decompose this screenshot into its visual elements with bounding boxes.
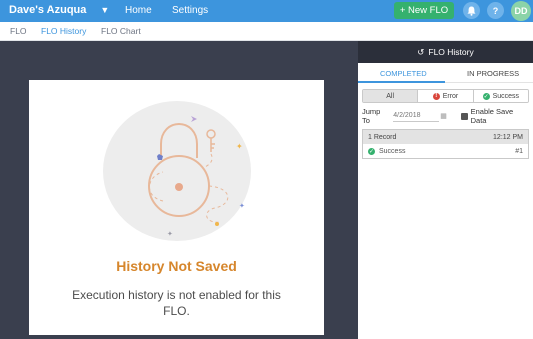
- panel-tabs: COMPLETED IN PROGRESS: [358, 63, 533, 83]
- card-message: Execution history is not enabled for thi…: [72, 288, 281, 318]
- status-filter-group: All ! Error ✓ Success: [362, 89, 529, 103]
- check-icon: ✓: [482, 92, 490, 100]
- filter-all-button[interactable]: All: [363, 90, 419, 102]
- workspace-name: Dave's Azuqua: [9, 4, 87, 16]
- new-flo-button[interactable]: + New FLO: [394, 2, 454, 19]
- jump-to-row: Jump To ▦ Enable Save Data: [362, 107, 529, 125]
- svg-text:✦: ✦: [236, 142, 243, 151]
- tab-flo-history[interactable]: FLO History: [41, 26, 86, 36]
- svg-text:✦: ✦: [239, 202, 245, 210]
- filter-success-button[interactable]: ✓ Success: [473, 90, 528, 102]
- list-item[interactable]: ✓ Success #1: [363, 144, 528, 159]
- notifications-button[interactable]: [463, 2, 480, 19]
- active-tab-indicator: [358, 81, 445, 83]
- flo-history-panel: ↺ FLO History COMPLETED IN PROGRESS All …: [358, 41, 533, 339]
- history-not-saved-card: ✦ ✦ ✦ History Not Saved Execution histor…: [29, 80, 324, 335]
- chevron-down-icon: ▼: [100, 5, 110, 15]
- filter-all-label: All: [386, 92, 395, 100]
- avatar[interactable]: DD: [511, 1, 531, 21]
- error-icon: !: [432, 92, 440, 100]
- nav-home[interactable]: Home: [125, 5, 152, 16]
- save-icon[interactable]: [460, 112, 468, 120]
- padlock-illustration-icon: ✦ ✦ ✦: [148, 116, 245, 238]
- record-time: 12:12 PM: [493, 133, 523, 141]
- filter-success-label: Success: [492, 92, 520, 100]
- nav-settings[interactable]: Settings: [172, 5, 208, 16]
- filter-error-button[interactable]: ! Error: [418, 90, 474, 102]
- history-icon: ↺: [417, 46, 425, 57]
- workspace-switcher[interactable]: Dave's Azuqua ▼: [9, 4, 109, 16]
- record-count: 1 Record: [368, 133, 397, 141]
- tab-in-progress[interactable]: IN PROGRESS: [467, 69, 519, 78]
- bell-icon: [467, 6, 476, 16]
- panel-title: FLO History: [428, 47, 474, 57]
- record-status: Success: [379, 148, 406, 155]
- records-list: 1 Record 12:12 PM ✓ Success #1: [362, 129, 529, 159]
- panel-header: ↺ FLO History: [358, 41, 533, 63]
- help-button[interactable]: ?: [487, 2, 504, 19]
- tab-flo-chart[interactable]: FLO Chart: [101, 26, 141, 36]
- records-header: 1 Record 12:12 PM: [363, 130, 528, 144]
- success-check-icon: ✓: [368, 148, 375, 155]
- card-title: History Not Saved: [116, 258, 237, 274]
- top-navbar: Dave's Azuqua ▼ Home Settings + New FLO …: [0, 0, 533, 22]
- calendar-icon[interactable]: ▦: [440, 112, 447, 120]
- main-canvas: ✦ ✦ ✦ History Not Saved Execution histor…: [0, 41, 358, 339]
- flo-subnav: FLO FLO History FLO Chart: [0, 22, 533, 41]
- tab-flo[interactable]: FLO: [10, 26, 27, 36]
- filter-error-label: Error: [442, 92, 459, 100]
- jump-to-label: Jump To: [362, 107, 381, 125]
- jump-to-date-input[interactable]: [393, 110, 440, 122]
- record-id: #1: [515, 148, 523, 155]
- svg-text:✦: ✦: [167, 230, 173, 238]
- enable-save-data-label[interactable]: Enable Save Data: [471, 107, 529, 125]
- tab-completed[interactable]: COMPLETED: [380, 69, 427, 78]
